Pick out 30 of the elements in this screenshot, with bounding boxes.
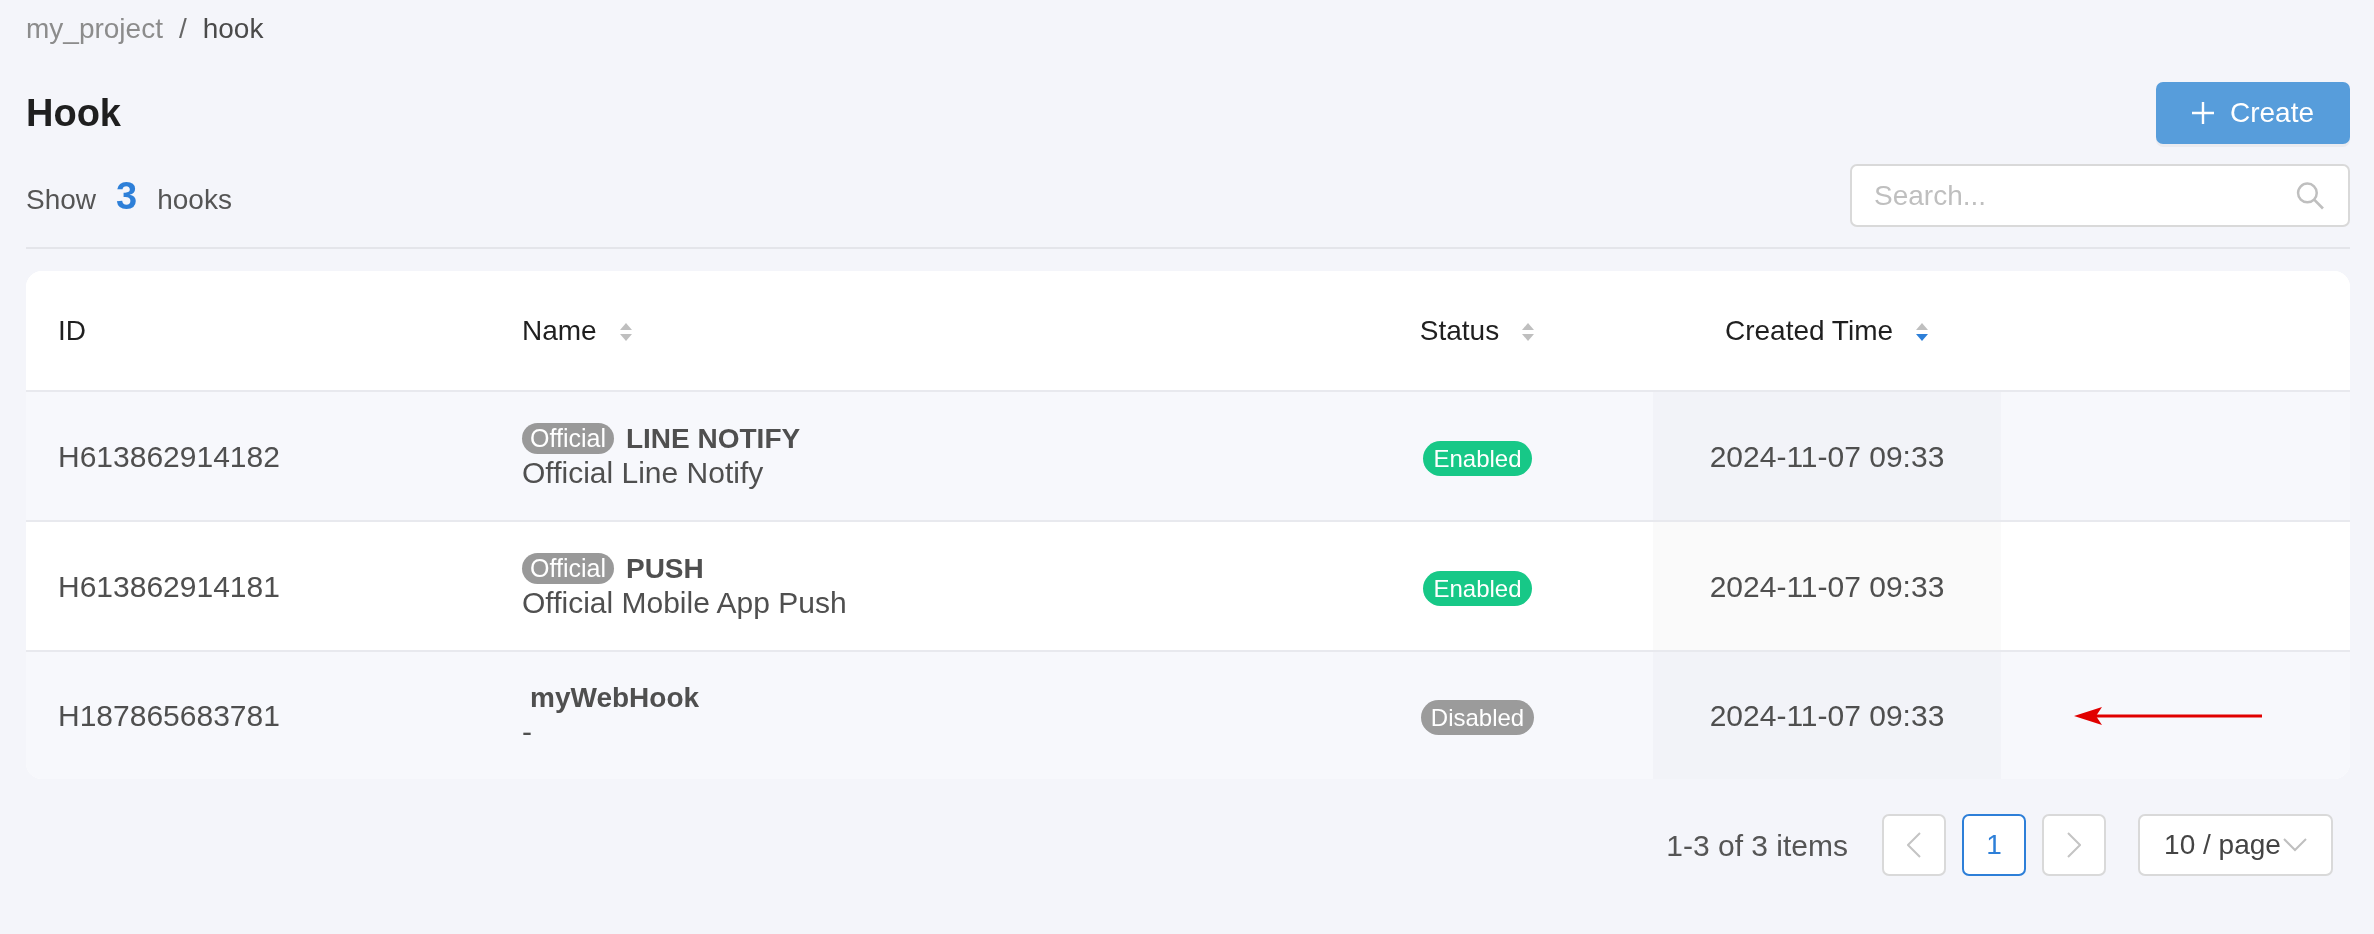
breadcrumb-separator: / bbox=[178, 14, 187, 44]
status-badge: Disabled bbox=[1420, 700, 1535, 735]
plus-icon bbox=[2191, 102, 2214, 124]
created-time: 2024-11-07 09:33 bbox=[1653, 651, 2001, 779]
show-label: Show bbox=[26, 182, 97, 217]
created-time: 2024-11-07 09:33 bbox=[1653, 521, 2001, 651]
status-badge: Enabled bbox=[1423, 440, 1532, 476]
tag-badge: Official bbox=[522, 422, 614, 454]
status-badge: Enabled bbox=[1423, 570, 1532, 606]
hook-description: Official Line Notify bbox=[522, 454, 765, 491]
hook-id: H187865683781 bbox=[26, 651, 490, 779]
hook-description: - bbox=[522, 714, 533, 750]
created-time: 2024-11-07 09:33 bbox=[1653, 391, 2001, 521]
hook-count: 3 bbox=[116, 175, 138, 216]
hook-name: LINE NOTIFY bbox=[625, 421, 801, 455]
tag-badge: Official bbox=[522, 552, 614, 584]
hooks-label: hooks bbox=[157, 182, 232, 217]
chevron-down-icon bbox=[2282, 838, 2307, 852]
page-button[interactable]: 1 bbox=[1962, 814, 2026, 876]
search-field[interactable]: Search... bbox=[1850, 164, 2350, 227]
hook-name: PUSH bbox=[625, 551, 704, 585]
page-size-select[interactable]: 10 / page bbox=[2138, 814, 2333, 876]
breadcrumb-current: hook bbox=[202, 14, 264, 44]
chevron-left-icon bbox=[1907, 832, 1921, 858]
page-title: Hook bbox=[26, 91, 121, 136]
hook-name: myWebHook bbox=[530, 681, 700, 714]
search-icon[interactable] bbox=[2296, 181, 2324, 210]
chevron-right-icon bbox=[2067, 832, 2081, 858]
hook-description: Official Mobile App Push bbox=[522, 584, 848, 621]
item-range: 1-3 of 3 items bbox=[1666, 827, 1848, 864]
